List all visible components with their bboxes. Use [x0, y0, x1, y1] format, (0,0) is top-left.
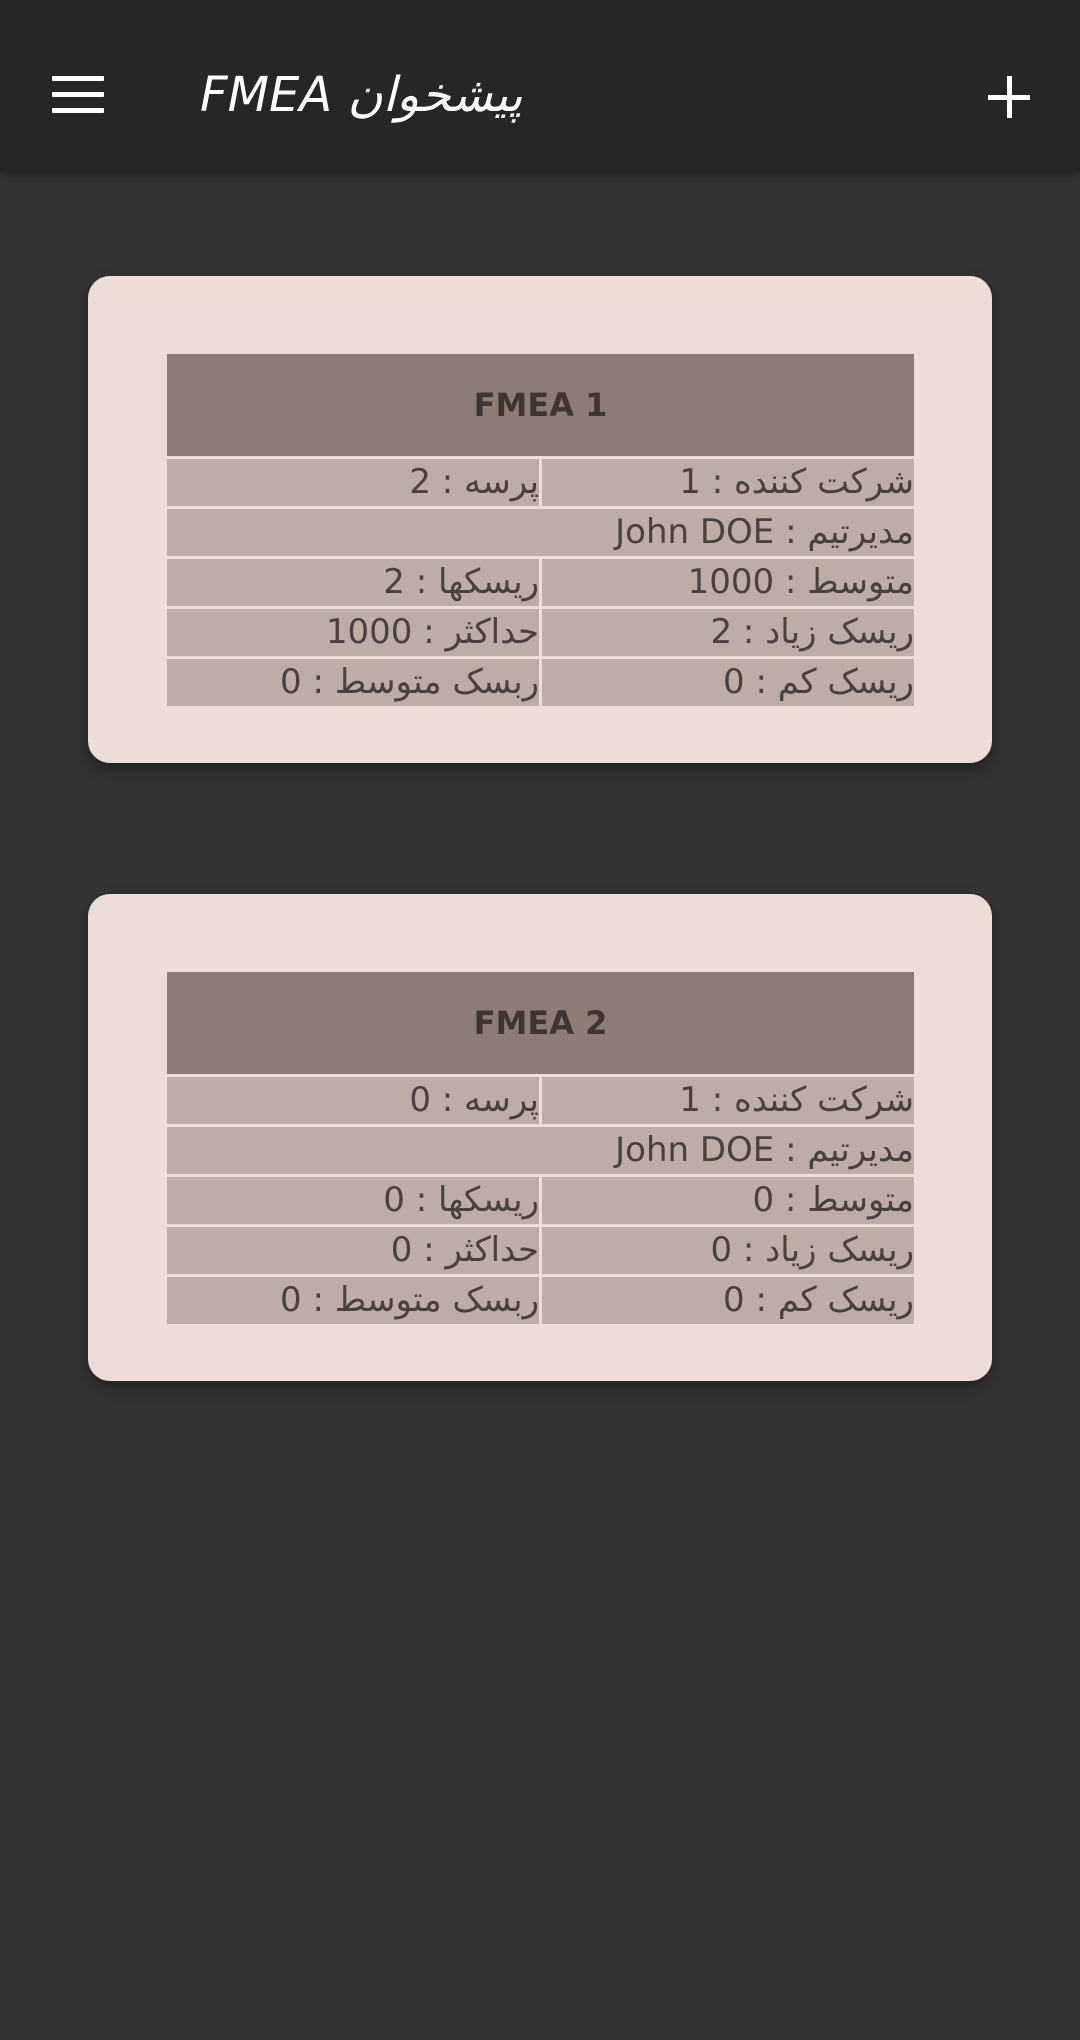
fmea-title: FMEA 2: [167, 972, 914, 1074]
table-row: ربسک متوسط : 0 ریسک کم : 0: [167, 1277, 914, 1324]
maximum-cell: حداکثر : 1000: [167, 609, 539, 656]
table-row: ربسک متوسط : 0 ریسک کم : 0: [167, 659, 914, 706]
high-risk-cell: ریسک زیاد : 2: [541, 609, 914, 656]
low-risk-cell: ریسک کم : 0: [541, 659, 914, 706]
low-risk-cell: ریسک کم : 0: [541, 1277, 914, 1324]
average-cell: متوسط : 0: [541, 1177, 914, 1224]
table-row: حداکثر : 1000 ریسک زیاد : 2: [167, 609, 914, 656]
fmea-summary-table: FMEA 2 پرسه : 0 شرکت کننده : 1 مدیرتیم :…: [167, 972, 914, 1324]
team-manager-cell: مدیرتیم : John DOE: [167, 509, 914, 556]
risks-cell: ریسکها : 2: [167, 559, 539, 606]
hamburger-menu-icon[interactable]: [46, 66, 112, 124]
table-row: مدیرتیم : John DOE: [167, 509, 914, 556]
fmea-summary-table: FMEA 1 پرسه : 2 شرکت کننده : 1 مدیرتیم :…: [167, 354, 914, 706]
fmea-title: FMEA 1: [167, 354, 914, 456]
team-manager-cell: مدیرتیم : John DOE: [167, 1127, 914, 1174]
table-row: مدیرتیم : John DOE: [167, 1127, 914, 1174]
medium-risk-cell: ربسک متوسط : 0: [167, 659, 539, 706]
participants-cell: شرکت کننده : 1: [541, 1077, 914, 1124]
table-row: ریسکها : 2 متوسط : 1000: [167, 559, 914, 606]
table-row: پرسه : 0 شرکت کننده : 1: [167, 1077, 914, 1124]
medium-risk-cell: ربسک متوسط : 0: [167, 1277, 539, 1324]
table-row: حداکثر : 0 ریسک زیاد : 0: [167, 1227, 914, 1274]
risks-cell: ریسکها : 0: [167, 1177, 539, 1224]
participants-cell: شرکت کننده : 1: [541, 459, 914, 506]
table-row: پرسه : 2 شرکت کننده : 1: [167, 459, 914, 506]
maximum-cell: حداکثر : 0: [167, 1227, 539, 1274]
plus-icon[interactable]: [984, 70, 1040, 126]
high-risk-cell: ریسک زیاد : 0: [541, 1227, 914, 1274]
fmea-card[interactable]: FMEA 2 پرسه : 0 شرکت کننده : 1 مدیرتیم :…: [88, 894, 992, 1381]
table-row: ریسکها : 0 متوسط : 0: [167, 1177, 914, 1224]
app-bar: پیشخوان FMEA: [0, 0, 1080, 172]
average-cell: متوسط : 1000: [541, 559, 914, 606]
page-title: پیشخوان FMEA: [200, 67, 523, 123]
processes-cell: پرسه : 2: [167, 459, 539, 506]
processes-cell: پرسه : 0: [167, 1077, 539, 1124]
fmea-card[interactable]: FMEA 1 پرسه : 2 شرکت کننده : 1 مدیرتیم :…: [88, 276, 992, 763]
